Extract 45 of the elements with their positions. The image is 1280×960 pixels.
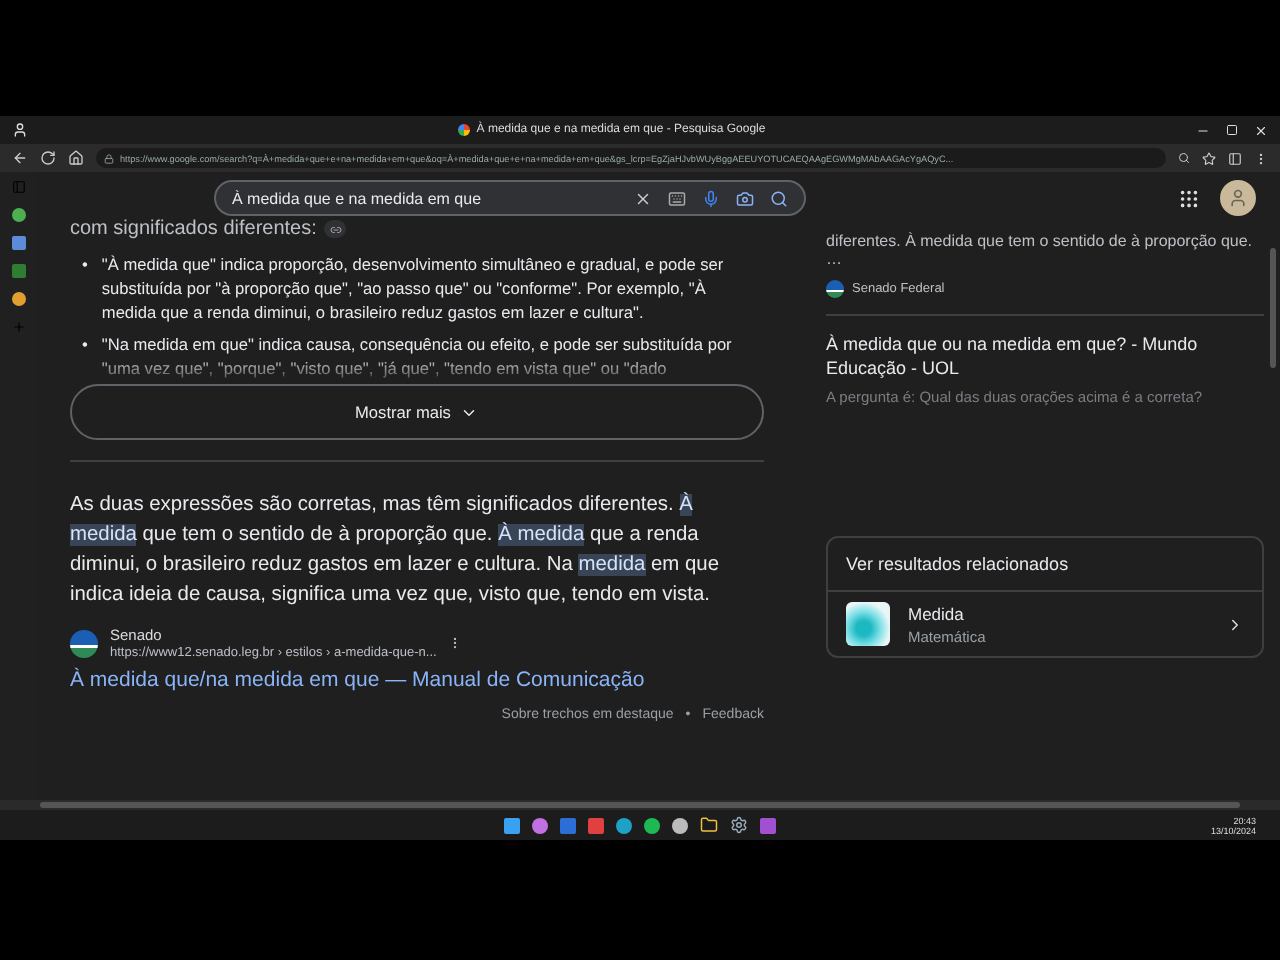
- bullet-text: "À medida que" indica proporção, desenvolvimento simultâneo e gradual, e pode ser substituída por "à proporção que", "ao passo que" ou "conforme". Por exemplo, "À medida que a renda diminui, o brasileiro reduz gastos em lazer e cultura".: [101, 252, 726, 324]
- show-more-button[interactable]: Mostrar mais: [70, 384, 764, 440]
- sidebar-toggle-icon[interactable]: [12, 180, 26, 194]
- clear-icon[interactable]: [634, 189, 652, 207]
- bullet-marker: •: [82, 332, 88, 358]
- reload-icon[interactable]: [40, 150, 56, 166]
- start-icon[interactable]: [504, 817, 520, 833]
- google-favicon-icon: [458, 124, 471, 136]
- avatar[interactable]: [1220, 180, 1256, 216]
- result-title[interactable]: À medida que ou na medida em que? - Mundo Educação - UOL: [826, 332, 1264, 380]
- answer-paragraph: As duas expressões são corretas, mas têm significados diferentes. À medida que tem o sentido de à proporção que. À medida que a renda diminui, o brasileiro reduz gastos em lazer e cultura. Na medida em que indica ideia de causa, significa uma vez que, visto que, tendo em vista.: [70, 490, 721, 610]
- link-icon[interactable]: [324, 220, 347, 238]
- result-link[interactable]: À medida que/na medida em que — Manual de Comunicação: [70, 668, 764, 692]
- search-icon[interactable]: [770, 189, 788, 207]
- split-screen-icon[interactable]: [1228, 151, 1242, 165]
- senado-logo: [70, 629, 98, 657]
- apps-grid-icon[interactable]: [1178, 187, 1200, 209]
- intro-text: com significados diferentes:: [70, 218, 317, 240]
- camera-icon[interactable]: [736, 189, 754, 207]
- chevron-right-icon[interactable]: [1226, 615, 1244, 633]
- menu-icon[interactable]: [1254, 151, 1268, 165]
- senado-logo: [826, 280, 844, 298]
- home-icon[interactable]: [68, 150, 84, 166]
- profile-icon[interactable]: [12, 122, 28, 138]
- favorite-star-icon[interactable]: [1202, 151, 1216, 165]
- search-field[interactable]: À medida que e na medida em que: [214, 180, 806, 216]
- settings-icon[interactable]: [730, 816, 748, 834]
- close-icon[interactable]: [1254, 123, 1268, 137]
- thumbnail-picture: [846, 602, 890, 646]
- folder-icon[interactable]: [700, 816, 718, 834]
- related-heading: Ver resultados relacionados: [828, 538, 1262, 592]
- related-title: Medida: [908, 603, 966, 623]
- app-icon[interactable]: [12, 292, 26, 306]
- app-icon[interactable]: [672, 817, 688, 833]
- bullet-text: "Na medida em que" indica causa, consequência ou efeito, e pode ser substituída por "uma vez que", "porque", "visto que", "já que", "tendo em vista que" ou "dado: [101, 332, 734, 380]
- back-icon[interactable]: [12, 150, 28, 166]
- zoom-icon[interactable]: [1178, 152, 1190, 164]
- microphone-icon[interactable]: [702, 189, 720, 207]
- app-icon[interactable]: [760, 817, 776, 833]
- browser-icon[interactable]: [616, 817, 632, 833]
- result-snippet: diferentes. À medida que tem o sentido de à proporção que. …: [826, 232, 1255, 268]
- music-app-icon[interactable]: [644, 817, 660, 833]
- maximize-icon[interactable]: [1226, 123, 1238, 135]
- keyboard-icon[interactable]: [668, 189, 686, 207]
- bullet-marker: •: [82, 252, 88, 278]
